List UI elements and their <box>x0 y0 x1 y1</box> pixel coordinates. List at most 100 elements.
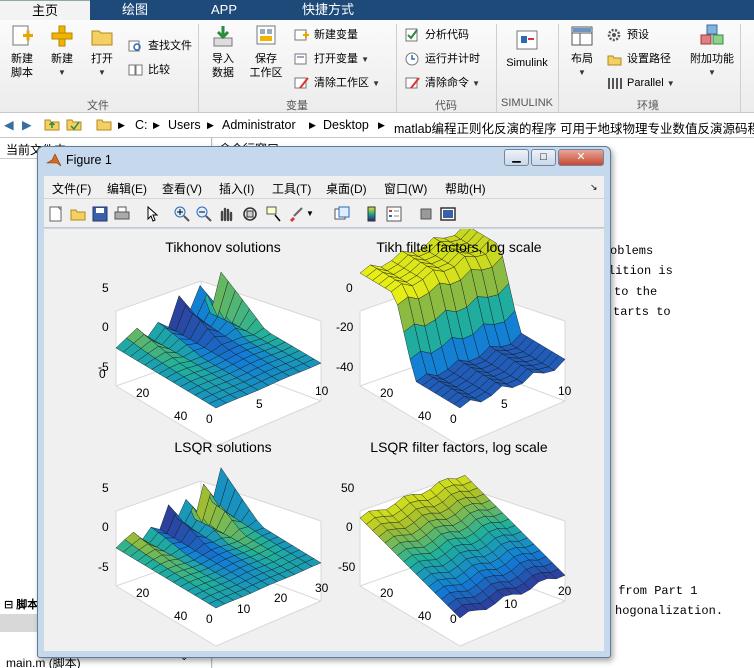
up-folder-icon[interactable] <box>44 116 60 135</box>
save-icon[interactable] <box>92 206 108 222</box>
menu-desktop[interactable]: 桌面(D) <box>326 180 367 197</box>
tab-apps[interactable]: APP <box>180 0 268 20</box>
ribbon-separator <box>396 24 397 112</box>
env-group-label: 环境 <box>637 100 659 112</box>
z-tick-label: 5 <box>102 281 109 295</box>
x-tick-label: 0 <box>206 412 213 426</box>
ribbon: 新建 脚本 新建 ▼ 打开 ▼ 查找文件 比较 文件 导入 数据 保存 工作区 … <box>0 20 754 113</box>
preferences-button[interactable]: 预设 <box>607 25 649 45</box>
gear-icon <box>607 28 622 42</box>
close-icon: ✕ <box>576 151 586 163</box>
figure-canvas[interactable]: Tikhonov solutions Tikh filter factors, … <box>44 229 604 651</box>
compare-button[interactable]: 比较 <box>128 60 170 80</box>
tab-shortcuts[interactable]: 快捷方式 <box>270 0 386 20</box>
crumb-drive[interactable]: C: <box>135 118 148 132</box>
crumb-users[interactable]: Users <box>168 118 201 132</box>
run-and-time-label: 运行并计时 <box>425 53 480 65</box>
minimize-button[interactable]: ▁ <box>504 149 529 166</box>
open-variable-button[interactable]: 打开变量 ▼ <box>294 49 369 69</box>
parallel-dropdown-icon: ▼ <box>666 79 675 88</box>
z-tick-label: 0 <box>346 281 353 295</box>
ribbon-separator <box>496 24 497 112</box>
menu-view[interactable]: 查看(V) <box>162 180 202 197</box>
data-cursor-icon[interactable] <box>266 206 282 222</box>
legend-icon[interactable] <box>386 206 402 222</box>
forward-arrow-icon[interactable]: ▶ <box>22 117 32 132</box>
crumb-desktop[interactable]: Desktop <box>323 118 369 132</box>
import-data-button[interactable]: 导入 数据 <box>204 24 242 80</box>
close-button[interactable]: ✕ <box>558 149 604 166</box>
details-section-label: 脚本 <box>16 599 39 611</box>
z-tick-label: 0 <box>102 520 109 534</box>
run-and-time-button[interactable]: 运行并计时 <box>405 49 480 69</box>
analyze-code-button[interactable]: 分析代码 <box>405 25 469 45</box>
print-icon[interactable] <box>114 206 130 222</box>
x-tick-label: 0 <box>206 612 213 626</box>
z-tick-label: -40 <box>336 360 354 374</box>
open-button[interactable]: 打开 ▼ <box>84 24 120 80</box>
save-workspace-button[interactable]: 保存 工作区 <box>246 24 286 80</box>
set-path-label: 设置路径 <box>627 53 671 65</box>
layout-button[interactable]: 布局 ▼ <box>564 24 600 80</box>
menu-file[interactable]: 文件(F) <box>52 180 91 197</box>
addons-button[interactable]: 附加功能 ▼ <box>686 24 738 80</box>
dock-arrow-icon[interactable]: ↘ <box>590 182 598 193</box>
maximize-button[interactable]: □ <box>531 149 556 166</box>
menu-edit[interactable]: 编辑(E) <box>107 180 147 197</box>
set-path-button[interactable]: 设置路径 <box>607 49 671 69</box>
ribbon-separator <box>740 24 741 112</box>
clear-workspace-button[interactable]: 清除工作区 ▼ <box>294 73 380 93</box>
crumb-administrator[interactable]: Administrator <box>222 118 296 132</box>
link-plot-icon[interactable] <box>334 206 350 222</box>
z-tick-label: -20 <box>336 320 354 334</box>
find-files-button[interactable]: 查找文件 <box>128 36 192 56</box>
details-section-header[interactable]: ⊟ 脚本 <box>4 596 38 612</box>
zoom-in-icon[interactable] <box>174 206 190 222</box>
new-button[interactable]: 新建 ▼ <box>44 24 80 80</box>
show-plot-tools-icon[interactable] <box>440 206 456 222</box>
back-arrow-icon[interactable]: ◀ <box>4 117 14 132</box>
y-tick-label: 20 <box>136 586 150 600</box>
open-icon[interactable] <box>70 206 86 222</box>
compare-icon <box>128 63 143 77</box>
hide-plot-tools-icon[interactable] <box>418 206 434 222</box>
tab-plots[interactable]: 绘图 <box>92 0 178 20</box>
new-script-button[interactable]: 新建 脚本 <box>4 24 40 80</box>
zoom-out-icon[interactable] <box>196 206 212 222</box>
parallel-button[interactable]: Parallel ▼ <box>607 73 675 93</box>
y-tick-label: 40 <box>174 409 188 423</box>
new-variable-icon <box>294 28 309 42</box>
y-tick-label: 20 <box>380 586 394 600</box>
pan-icon[interactable] <box>218 206 234 222</box>
open-variable-dropdown-icon: ▼ <box>361 55 369 64</box>
open-dropdown-icon: ▼ <box>98 68 106 77</box>
figure-menu-bar: 文件(F) 编辑(E) 查看(V) 插入(I) 工具(T) 桌面(D) 窗口(W… <box>44 176 604 198</box>
pointer-icon[interactable] <box>144 205 160 222</box>
menu-insert[interactable]: 插入(I) <box>219 180 254 197</box>
simulink-button[interactable]: Simulink <box>502 28 552 70</box>
command-output-line: oblems <box>610 244 654 258</box>
colorbar-icon[interactable] <box>364 206 380 222</box>
clear-commands-button[interactable]: 清除命令 ▼ <box>405 73 480 93</box>
addons-dropdown-icon: ▼ <box>708 68 716 77</box>
menu-window[interactable]: 窗口(W) <box>384 180 427 197</box>
new-plus-icon <box>49 24 75 48</box>
tab-home[interactable]: 主页 <box>0 0 90 20</box>
browse-folder-icon[interactable] <box>66 116 82 135</box>
new-figure-icon[interactable] <box>48 206 64 222</box>
brush-dropdown-icon[interactable]: ▼ <box>306 209 322 225</box>
layout-icon <box>569 24 595 48</box>
menu-tools[interactable]: 工具(T) <box>272 180 311 197</box>
y-tick-label: 40 <box>174 609 188 623</box>
root-folder-icon <box>96 116 112 135</box>
figure-window[interactable]: Figure 1 ▁ □ ✕ 文件(F) 编辑(E) 查看(V) 插入(I) 工… <box>37 146 611 658</box>
crumb-project-folder[interactable]: matlab编程正则化反演的程序 可用于地球物理专业数值反演源码程序 <box>394 118 754 137</box>
new-variable-button[interactable]: 新建变量 <box>294 25 358 45</box>
crumb-separator: ▶ <box>118 120 125 130</box>
clear-workspace-icon <box>294 76 309 90</box>
menu-help[interactable]: 帮助(H) <box>445 180 486 197</box>
code-group-label: 代码 <box>435 100 457 112</box>
brush-icon[interactable] <box>288 206 304 222</box>
compare-label: 比较 <box>148 64 170 76</box>
rotate3d-icon[interactable] <box>242 206 258 222</box>
